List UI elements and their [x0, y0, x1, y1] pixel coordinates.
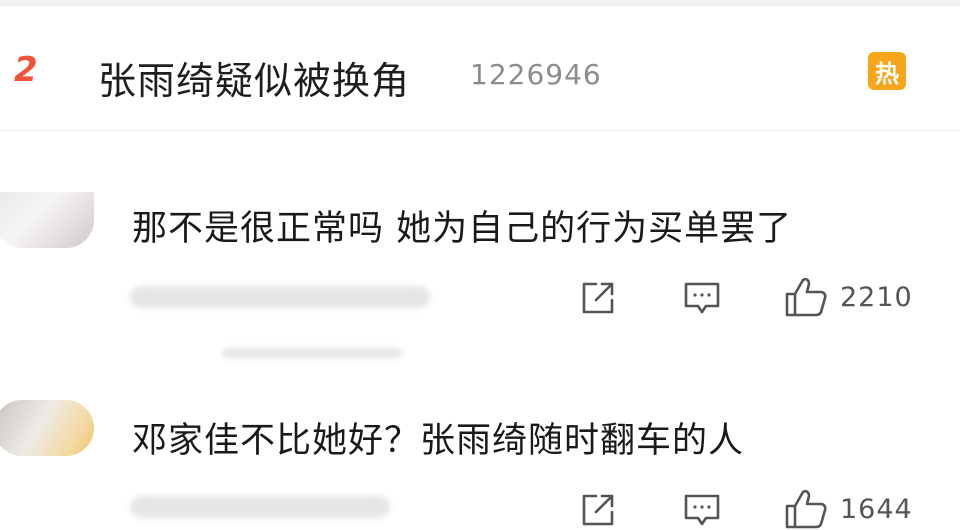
share-button[interactable] [578, 278, 618, 318]
comment-item: 邓家佳不比她好？张雨绮随时翻车的人 1644 [0, 392, 960, 530]
hot-topic-title[interactable]: 张雨绮疑似被换角 [98, 50, 410, 105]
like-button[interactable]: 1644 [784, 488, 913, 530]
hot-search-row[interactable]: 2 张雨绮疑似被换角 1226946 热 [0, 6, 960, 130]
avatar[interactable] [0, 192, 94, 248]
thumbs-up-icon [784, 276, 828, 318]
blurred-meta [130, 286, 430, 308]
comment-item: 那不是很正常吗 她为自己的行为买单罢了 2210 [0, 186, 960, 358]
comment-icon [682, 490, 722, 530]
reply-button[interactable] [682, 490, 722, 530]
divider [0, 130, 960, 131]
like-count: 2210 [840, 281, 913, 313]
hot-topic-count: 1226946 [470, 58, 602, 91]
blurred-meta [130, 496, 390, 518]
thumbs-up-icon [784, 488, 828, 530]
comment-text: 邓家佳不比她好？张雨绮随时翻车的人 [132, 421, 745, 461]
like-count: 1644 [840, 493, 913, 525]
hot-badge: 热 [868, 52, 906, 90]
like-button[interactable]: 2210 [784, 276, 913, 318]
reply-button[interactable] [682, 278, 722, 318]
avatar[interactable] [0, 400, 94, 456]
blurred-reply-preview [222, 348, 402, 358]
share-icon [578, 278, 618, 318]
hot-rank: 2 [14, 50, 38, 90]
comment-icon [682, 278, 722, 318]
share-icon [578, 490, 618, 530]
comment-text: 那不是很正常吗 她为自己的行为买单罢了 [132, 209, 793, 249]
share-button[interactable] [578, 490, 618, 530]
